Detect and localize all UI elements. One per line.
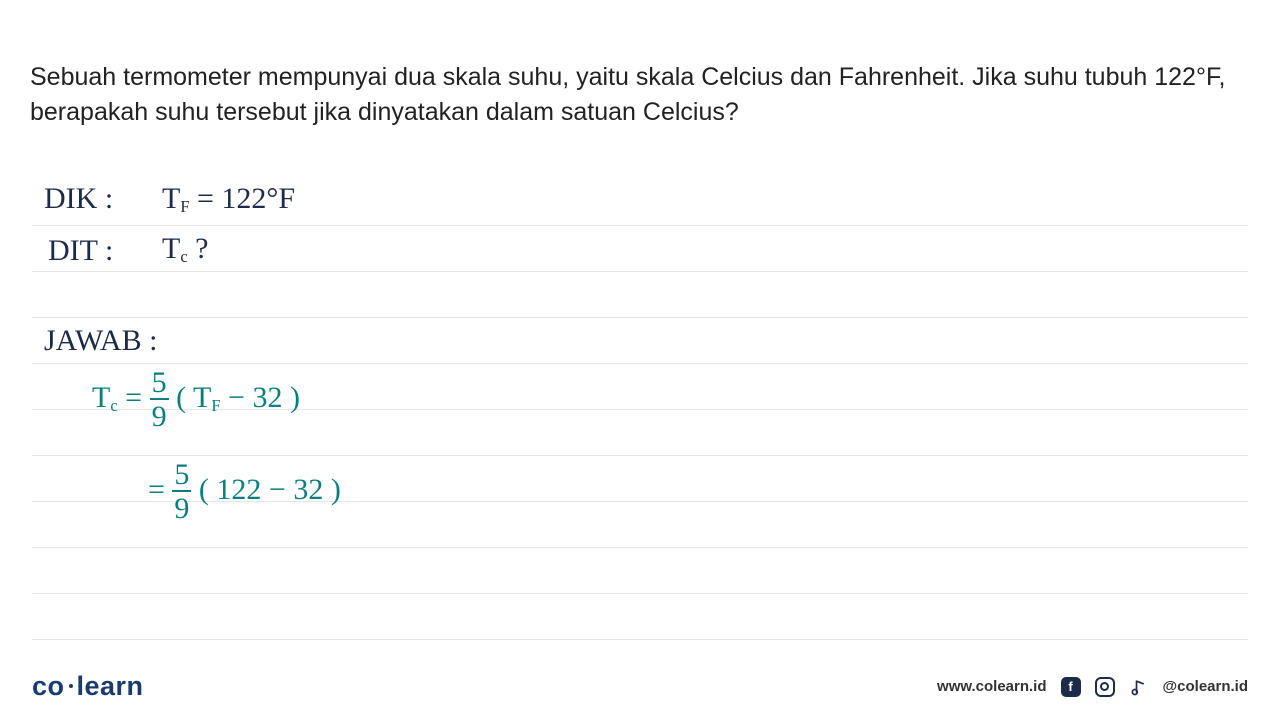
eq2-lhs: = bbox=[148, 473, 172, 506]
rule-line: Tc = 5 9 ( TF − 32 ) bbox=[32, 364, 1248, 410]
dik-value: TF = 122°F bbox=[162, 182, 295, 217]
dit-label: DIT : bbox=[48, 234, 113, 268]
dit-rest: ? bbox=[188, 232, 209, 265]
rule-line: DIT : Tc ? bbox=[32, 226, 1248, 272]
rule-line: JAWAB : bbox=[32, 318, 1248, 364]
dit-sub: c bbox=[180, 247, 187, 266]
instagram-icon bbox=[1095, 677, 1115, 697]
eq1-paren-pre: ( T bbox=[176, 381, 211, 414]
eq1-eq: = bbox=[118, 381, 150, 414]
footer-url: www.colearn.id bbox=[937, 678, 1046, 695]
dik-label: DIK : bbox=[44, 182, 113, 216]
facebook-icon: f bbox=[1061, 677, 1081, 697]
question-text: Sebuah termometer mempunyai dua skala su… bbox=[30, 60, 1250, 130]
tiktok-icon bbox=[1129, 677, 1149, 697]
dik-var: T bbox=[162, 182, 180, 215]
eq2-numerator: 5 bbox=[172, 460, 191, 492]
rule-line bbox=[32, 502, 1248, 548]
instagram-inner-icon bbox=[1100, 682, 1109, 691]
dit-value: Tc ? bbox=[162, 232, 208, 267]
footer-right: www.colearn.id f @colearn.id bbox=[937, 677, 1248, 697]
rule-line bbox=[32, 272, 1248, 318]
rule-line bbox=[32, 548, 1248, 594]
rule-line bbox=[32, 410, 1248, 456]
ruled-area: DIK : TF = 122°F DIT : Tc ? JAWAB : Tc =… bbox=[32, 180, 1248, 640]
dit-var: T bbox=[162, 232, 180, 265]
brand-dot-icon bbox=[69, 684, 73, 688]
dik-sub: F bbox=[180, 197, 189, 216]
brand-logo: colearn bbox=[32, 671, 144, 702]
footer: colearn www.colearn.id f @colearn.id bbox=[32, 671, 1248, 702]
brand-part-a: co bbox=[32, 671, 65, 701]
eq1-lhs-var: T bbox=[92, 381, 110, 414]
rule-line bbox=[32, 594, 1248, 640]
footer-handle: @colearn.id bbox=[1163, 678, 1248, 695]
jawab-label: JAWAB : bbox=[44, 324, 157, 358]
page: Sebuah termometer mempunyai dua skala su… bbox=[0, 0, 1280, 720]
brand-part-b: learn bbox=[77, 671, 144, 701]
dik-rest: = 122°F bbox=[190, 182, 296, 215]
eq1-paren-post: − 32 ) bbox=[221, 381, 300, 414]
rule-line: DIK : TF = 122°F bbox=[32, 180, 1248, 226]
rule-line: = 5 9 ( 122 − 32 ) bbox=[32, 456, 1248, 502]
eq1-numerator: 5 bbox=[150, 368, 169, 400]
eq2-paren: ( 122 − 32 ) bbox=[199, 473, 341, 506]
